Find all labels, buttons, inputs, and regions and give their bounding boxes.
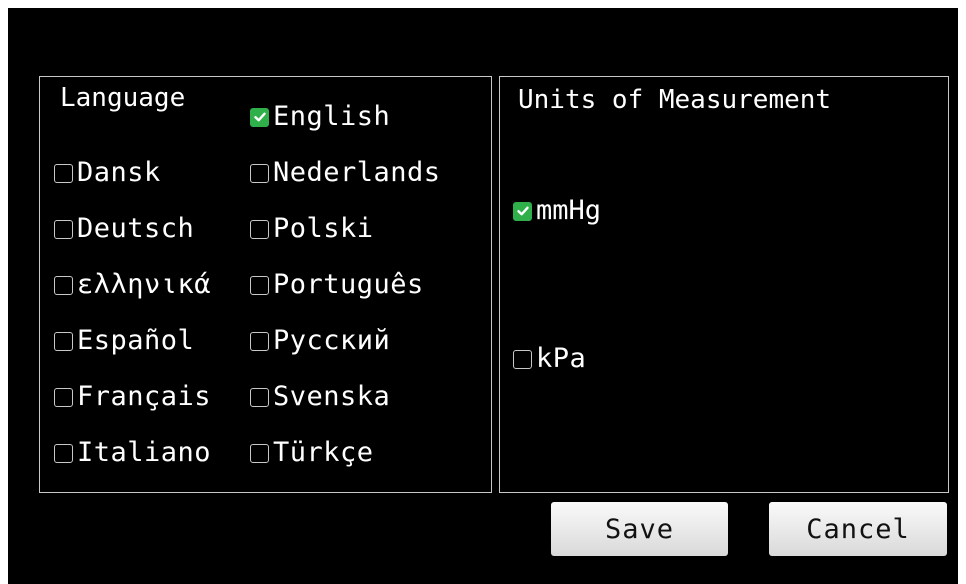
language-option-nederlands[interactable]: Nederlands bbox=[250, 157, 441, 189]
cancel-button[interactable]: Cancel bbox=[769, 502, 947, 556]
language-label: English bbox=[273, 101, 391, 132]
checkbox-unchecked-icon[interactable] bbox=[54, 219, 73, 239]
checkbox-unchecked-icon[interactable] bbox=[250, 275, 269, 295]
language-label: Português bbox=[273, 269, 424, 300]
language-label: Deutsch bbox=[77, 213, 195, 244]
settings-screen: Language English Dansk Nederlands Deutsc… bbox=[8, 8, 958, 584]
save-button[interactable]: Save bbox=[551, 502, 728, 556]
checkbox-unchecked-icon[interactable] bbox=[54, 387, 73, 407]
language-option-english[interactable]: English bbox=[250, 101, 390, 133]
language-option-greek[interactable]: ελληνικά bbox=[54, 269, 211, 301]
checkbox-unchecked-icon[interactable] bbox=[54, 443, 73, 463]
language-label: Türkçe bbox=[273, 437, 374, 468]
language-label: Français bbox=[77, 381, 212, 412]
language-label: Svenska bbox=[273, 381, 391, 412]
language-label: Polski bbox=[273, 213, 374, 244]
language-option-dansk[interactable]: Dansk bbox=[54, 157, 161, 189]
language-label: Русский bbox=[273, 325, 391, 356]
checkbox-unchecked-icon[interactable] bbox=[250, 219, 269, 239]
checkbox-unchecked-icon[interactable] bbox=[250, 443, 269, 463]
language-option-espanol[interactable]: Español bbox=[54, 325, 194, 357]
language-label: Nederlands bbox=[273, 157, 441, 188]
language-label: Italiano bbox=[77, 437, 212, 468]
checkbox-unchecked-icon[interactable] bbox=[250, 331, 269, 351]
unit-label: kPa bbox=[536, 343, 587, 374]
checkbox-checked-icon[interactable] bbox=[250, 107, 269, 127]
language-option-russian[interactable]: Русский bbox=[250, 325, 390, 357]
unit-label: mmHg bbox=[536, 195, 602, 226]
checkbox-unchecked-icon[interactable] bbox=[54, 275, 73, 295]
checkbox-unchecked-icon[interactable] bbox=[54, 163, 73, 183]
language-label: ελληνικά bbox=[77, 269, 212, 300]
language-label: Dansk bbox=[77, 157, 161, 188]
language-option-italiano[interactable]: Italiano bbox=[54, 437, 211, 469]
language-option-deutsch[interactable]: Deutsch bbox=[54, 213, 194, 245]
checkbox-unchecked-icon[interactable] bbox=[250, 387, 269, 407]
checkbox-unchecked-icon[interactable] bbox=[513, 349, 532, 369]
language-panel: Language English Dansk Nederlands Deutsc… bbox=[39, 76, 492, 493]
language-option-turkce[interactable]: Türkçe bbox=[250, 437, 374, 469]
language-option-svenska[interactable]: Svenska bbox=[250, 381, 390, 413]
units-title: Units of Measurement bbox=[518, 85, 832, 115]
checkbox-checked-icon[interactable] bbox=[513, 201, 532, 221]
checkbox-unchecked-icon[interactable] bbox=[250, 163, 269, 183]
checkbox-unchecked-icon[interactable] bbox=[54, 331, 73, 351]
language-option-francais[interactable]: Français bbox=[54, 381, 211, 413]
language-label: Español bbox=[77, 325, 195, 356]
unit-option-kpa[interactable]: kPa bbox=[513, 343, 586, 375]
units-panel: Units of Measurement mmHg kPa bbox=[499, 76, 949, 493]
language-title: Language bbox=[60, 83, 186, 113]
language-option-portugues[interactable]: Português bbox=[250, 269, 424, 301]
unit-option-mmhg[interactable]: mmHg bbox=[513, 195, 601, 227]
language-option-polski[interactable]: Polski bbox=[250, 213, 374, 245]
